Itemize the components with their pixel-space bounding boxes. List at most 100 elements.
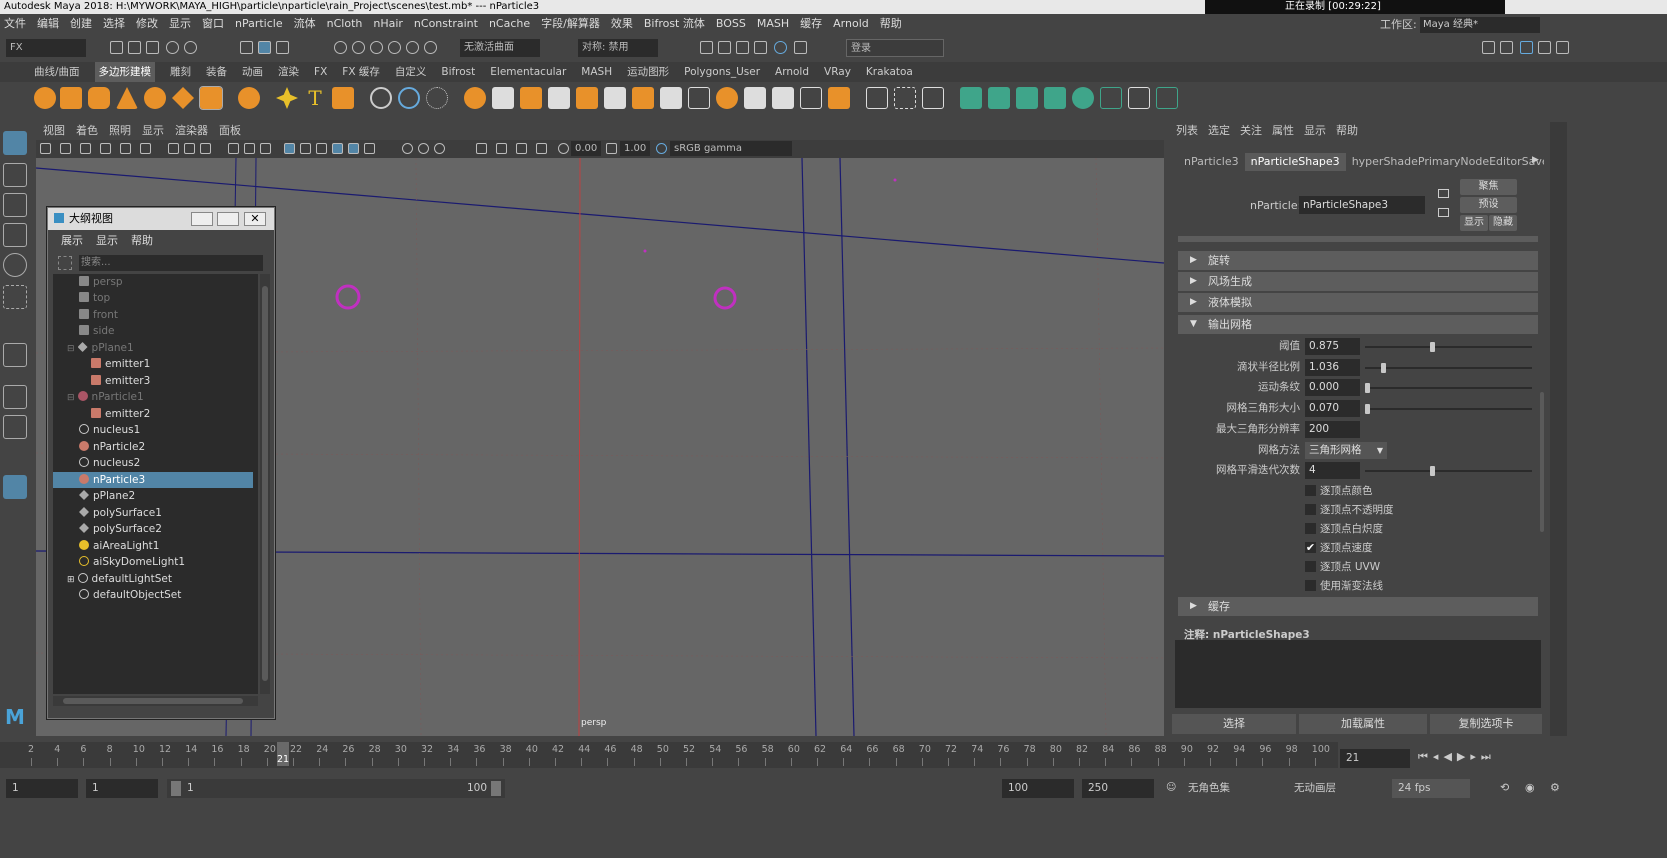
expand-icon[interactable]: ⊞: [67, 575, 75, 585]
2d-pan-icon[interactable]: [120, 143, 131, 154]
tab-scroll-right-icon[interactable]: ▶: [1532, 155, 1539, 165]
safe-action-icon[interactable]: [260, 143, 271, 154]
go-start-icon[interactable]: ⏮: [1418, 750, 1433, 763]
menu-effects[interactable]: 效果: [611, 17, 633, 30]
gamma-field[interactable]: 1.00: [620, 141, 650, 156]
menu-nconstraint[interactable]: nConstraint: [414, 17, 478, 30]
shelf-tab-vray[interactable]: VRay: [824, 62, 851, 82]
step-forward-key-icon[interactable]: ▸: [1470, 750, 1481, 763]
motion-streak-field[interactable]: 0.000: [1305, 379, 1360, 396]
weld-adjacent-icon[interactable]: [1156, 87, 1178, 109]
shelf-tab-rendering[interactable]: 渲染: [278, 62, 299, 82]
live-surface-field[interactable]: 无激活曲面: [460, 39, 540, 57]
passive-collider-icon[interactable]: [988, 87, 1010, 109]
select-hierarchy-icon[interactable]: [240, 41, 253, 54]
outliner-item-aiskydomelight1[interactable]: aiSkyDomeLight1: [79, 554, 185, 570]
output-connection-icon[interactable]: [1438, 208, 1449, 217]
auto-key-icon[interactable]: ◉: [1525, 781, 1535, 794]
hypershade-icon[interactable]: [774, 41, 787, 54]
shelf-tab-rigging[interactable]: 装备: [206, 62, 227, 82]
xray-icon[interactable]: [496, 143, 507, 154]
poly-torus-icon[interactable]: [144, 87, 166, 109]
login-button[interactable]: 登录: [846, 39, 944, 57]
smoothing-field[interactable]: 4: [1305, 462, 1360, 479]
type-icon[interactable]: T: [304, 87, 326, 109]
separate-icon[interactable]: [398, 87, 420, 109]
isolate-select-icon[interactable]: [476, 143, 487, 154]
grid-icon[interactable]: [168, 143, 179, 154]
modeling-toolkit-icon[interactable]: [1482, 41, 1495, 54]
symmetry-field[interactable]: 对称: 禁用: [578, 39, 658, 57]
playback-end-field[interactable]: 100: [1002, 779, 1074, 798]
poly-plane-icon[interactable]: [172, 87, 194, 109]
uv-planar-icon[interactable]: [828, 87, 850, 109]
gate-mask-icon[interactable]: [228, 143, 239, 154]
default-material-icon[interactable]: [316, 143, 327, 154]
menu-cache[interactable]: 缓存: [800, 17, 822, 30]
copy-tab-button[interactable]: 复制选项卡: [1430, 714, 1542, 734]
show-button[interactable]: 显示: [1460, 215, 1488, 231]
shelf-tab-motion-graphics[interactable]: 运动图形: [627, 62, 669, 82]
menu-fields[interactable]: 字段/解算器: [541, 17, 600, 30]
save-scene-icon[interactable]: [146, 41, 159, 54]
rotate-tool-icon[interactable]: [3, 253, 27, 277]
playback-start-field[interactable]: 1: [86, 779, 158, 798]
paint-icon[interactable]: [866, 87, 888, 109]
ambient-occlusion-icon[interactable]: [418, 143, 429, 154]
motion-streak-slider[interactable]: [1365, 387, 1532, 389]
frame-output-mesh[interactable]: ▼ 输出网格: [1178, 315, 1538, 334]
smoothing-slider-knob[interactable]: [1429, 466, 1435, 476]
anim-start-field[interactable]: 1: [6, 779, 78, 798]
poly-platonic-icon[interactable]: [238, 87, 260, 109]
target-weld-icon[interactable]: [716, 87, 738, 109]
vertex-velocity-checkbox[interactable]: ✔: [1305, 542, 1316, 553]
shelf-tab-arnold[interactable]: Arnold: [775, 62, 809, 82]
outliner-vscrollbar[interactable]: [260, 274, 270, 694]
motion-blur-icon[interactable]: [434, 143, 445, 154]
menu-select[interactable]: 选择: [103, 17, 125, 30]
frame-liquid[interactable]: ▶ 液体模拟: [1178, 293, 1538, 312]
exposure-field[interactable]: 0.00: [571, 141, 601, 156]
tool-settings-icon[interactable]: [1538, 41, 1551, 54]
camera-select-icon[interactable]: [40, 143, 51, 154]
fill-hole-icon[interactable]: [660, 87, 682, 109]
menu-window[interactable]: 窗口: [202, 17, 224, 30]
extrude-icon[interactable]: [576, 87, 598, 109]
vertex-color-checkbox[interactable]: [1305, 485, 1316, 496]
channel-box-icon[interactable]: [1556, 41, 1569, 54]
menu-fluid[interactable]: 流体: [294, 17, 316, 30]
character-set-select[interactable]: 无角色集: [1182, 779, 1268, 798]
outliner-item-nucleus2[interactable]: nucleus2: [79, 455, 140, 471]
ae-menu-selected[interactable]: 选定: [1208, 124, 1230, 137]
outliner-item-polysurface2[interactable]: polySurface2: [79, 521, 162, 537]
combine-icon[interactable]: [370, 87, 392, 109]
color-management-icon[interactable]: [656, 143, 667, 154]
smooth-icon[interactable]: [426, 87, 448, 109]
snap-surface-icon[interactable]: [406, 41, 419, 54]
render-current-icon[interactable]: [718, 41, 731, 54]
menu-ncloth[interactable]: nCloth: [327, 17, 363, 30]
menu-modify[interactable]: 修改: [136, 17, 158, 30]
open-scene-icon[interactable]: [128, 41, 141, 54]
transform-constraint-icon[interactable]: [1016, 87, 1038, 109]
focus-button[interactable]: 聚焦: [1460, 179, 1517, 195]
render-settings-icon[interactable]: [754, 41, 767, 54]
render-view-icon[interactable]: [700, 41, 713, 54]
wireframe-on-shaded-icon[interactable]: [332, 143, 343, 154]
shelf-tab-fx-cache[interactable]: FX 缓存: [342, 62, 380, 82]
filter-icon[interactable]: [58, 256, 72, 270]
load-attributes-button[interactable]: 加载属性: [1299, 714, 1427, 734]
menu-create[interactable]: 创建: [70, 17, 92, 30]
outliner-menu-help[interactable]: 帮助: [131, 234, 153, 247]
vp-menu-show[interactable]: 显示: [142, 124, 164, 137]
current-frame-field[interactable]: 21: [1340, 749, 1410, 768]
snap-live-icon[interactable]: [424, 41, 437, 54]
menu-nhair[interactable]: nHair: [373, 17, 403, 30]
scale-tool-icon[interactable]: [3, 285, 27, 309]
shelf-tab-animation[interactable]: 动画: [242, 62, 263, 82]
snap-point-icon[interactable]: [370, 41, 383, 54]
camera-attrs-icon[interactable]: [60, 143, 71, 154]
shelf-tab-bifrost[interactable]: Bifrost: [441, 62, 475, 82]
outliner-menu-show[interactable]: 展示: [61, 234, 83, 247]
step-back-icon[interactable]: ◀: [1443, 750, 1456, 763]
